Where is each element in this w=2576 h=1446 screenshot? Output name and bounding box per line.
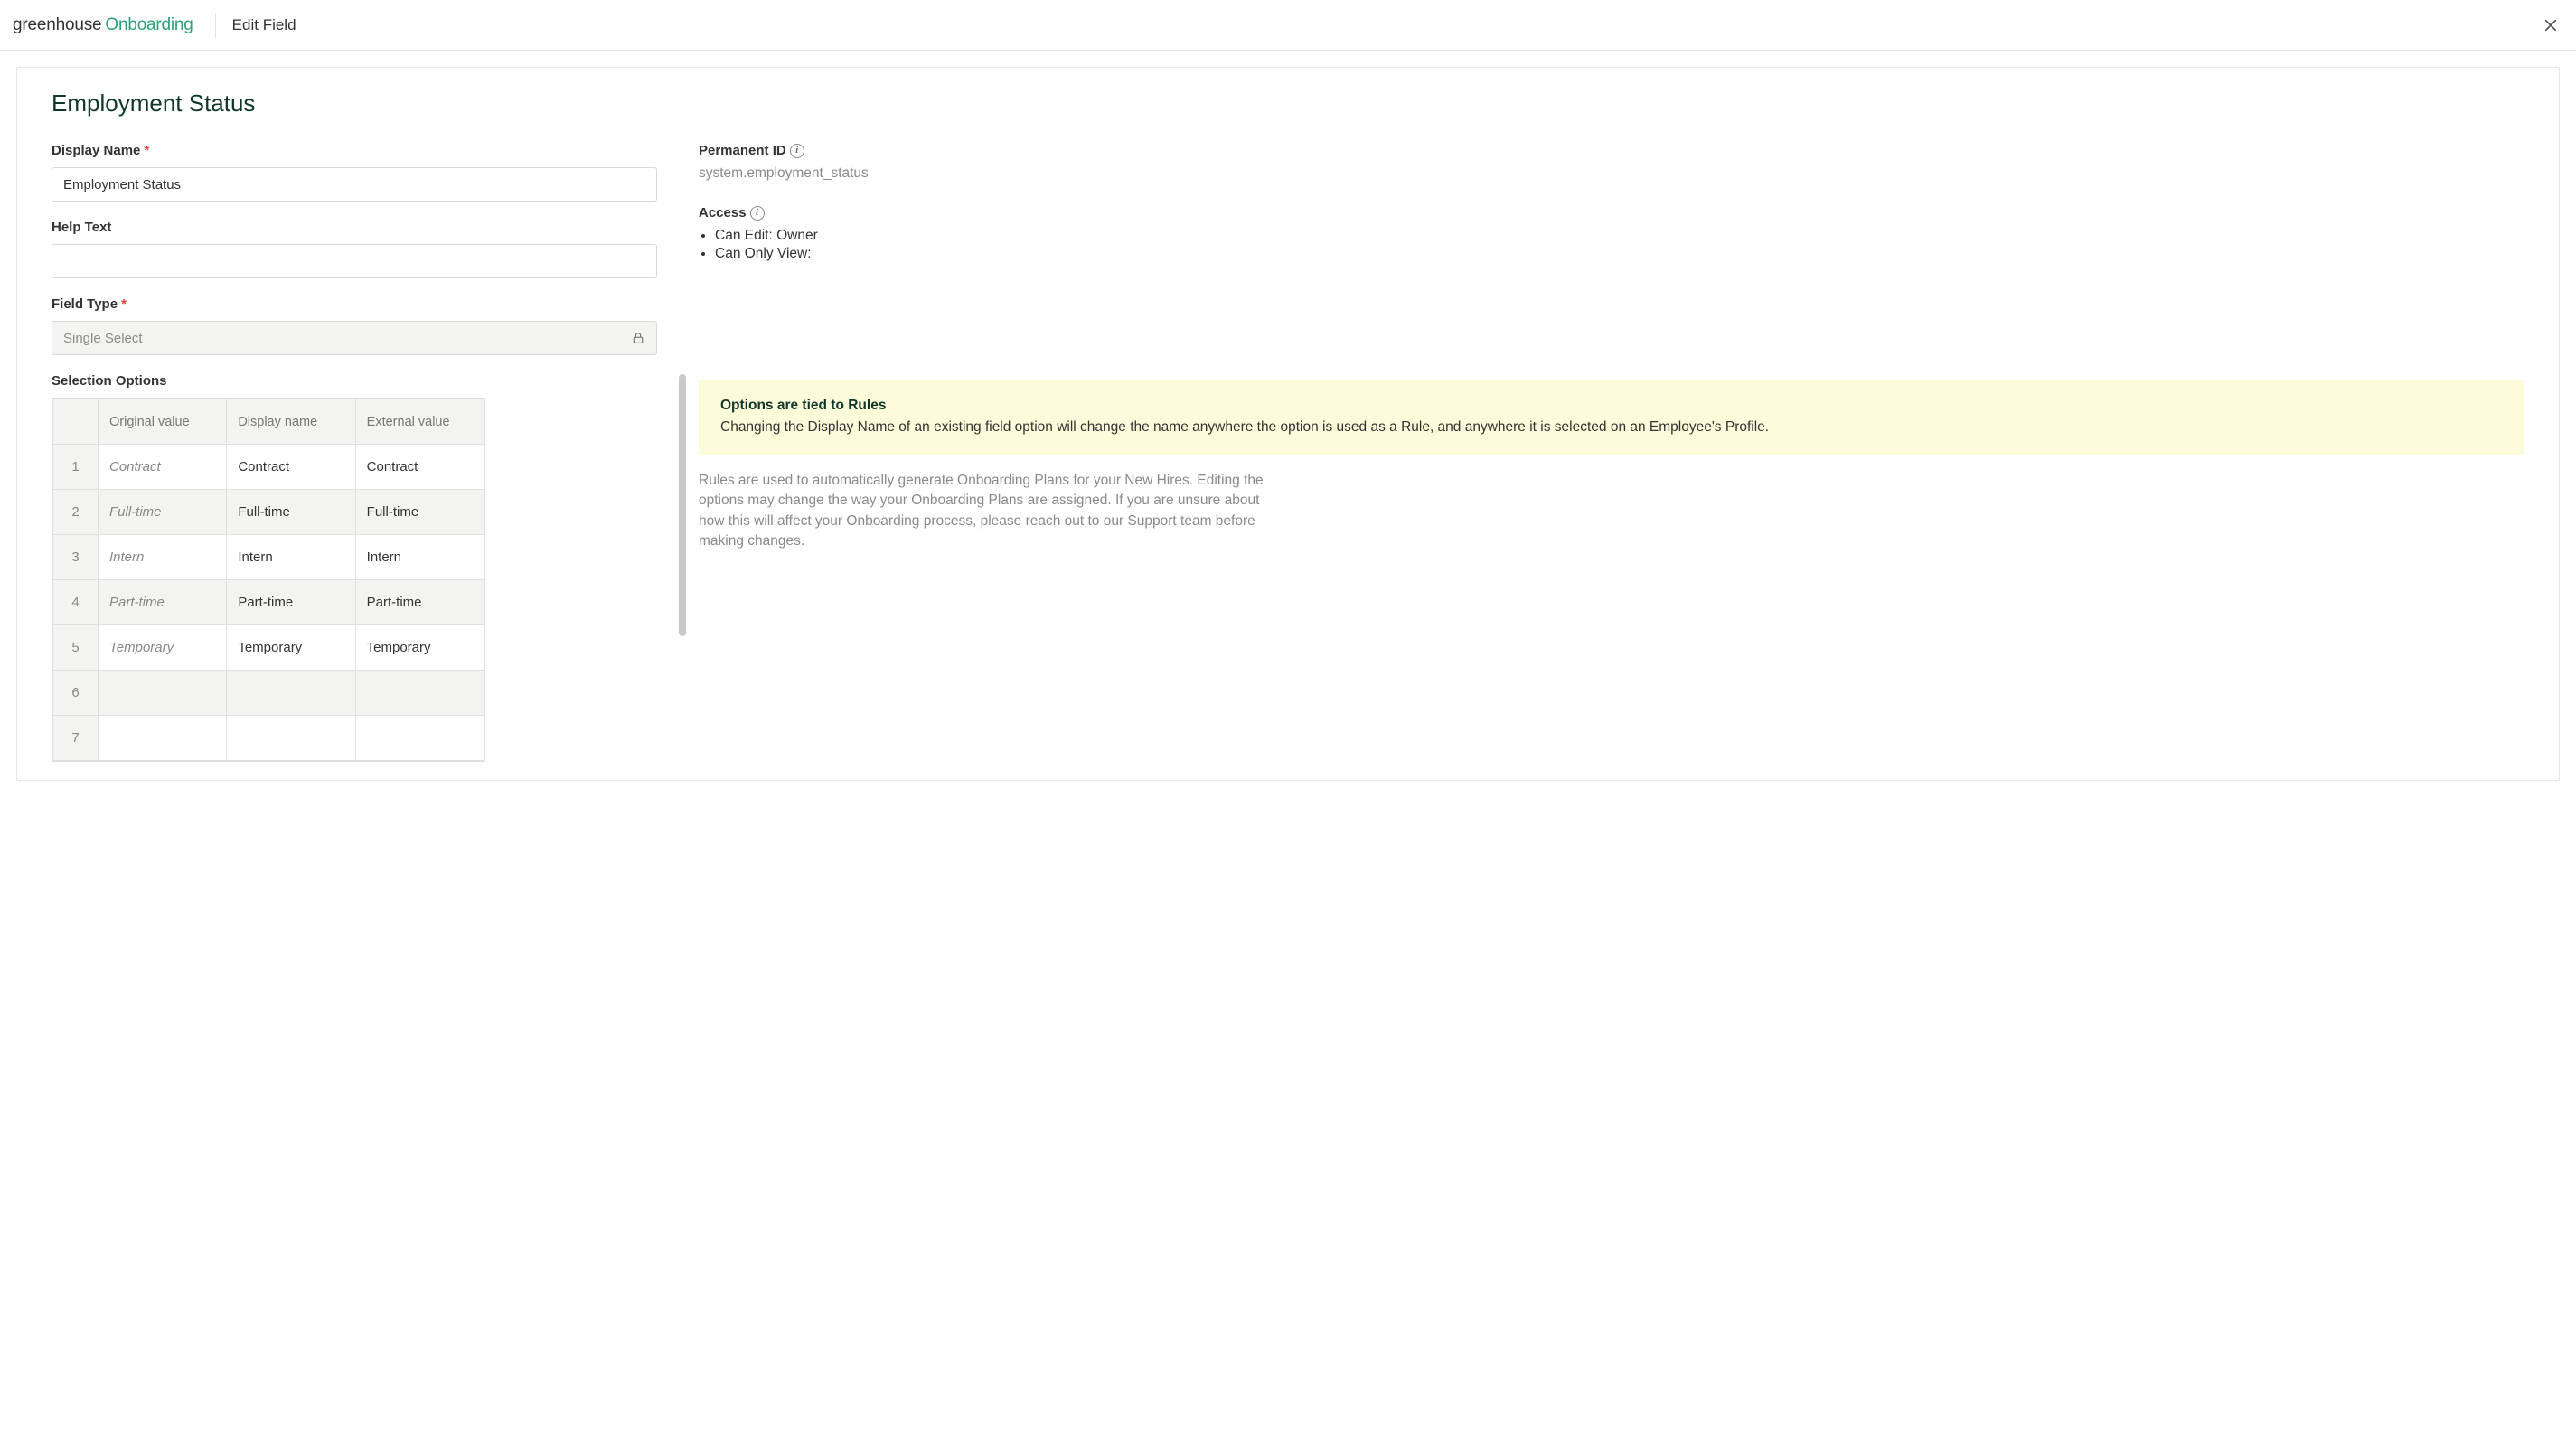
field-type-select: Single Select <box>52 321 657 355</box>
selection-options-block: Selection Options Original value Display… <box>52 373 657 762</box>
help-text-block: Help Text <box>52 220 657 278</box>
field-type-value: Single Select <box>63 331 143 346</box>
cell-display[interactable] <box>227 671 355 716</box>
cell-original: Contract <box>99 445 227 490</box>
brand-logo: greenhouse Onboarding <box>13 15 193 35</box>
help-text-input[interactable] <box>52 244 657 278</box>
topbar-title: Edit Field <box>232 16 296 34</box>
brand-part1: greenhouse <box>13 15 101 35</box>
vertical-divider <box>215 13 216 38</box>
row-number: 2 <box>53 490 99 535</box>
close-icon <box>2543 17 2559 33</box>
required-asterisk: * <box>121 296 127 312</box>
access-list: Can Edit: Owner Can Only View: <box>699 228 2524 262</box>
table-row: 5TemporaryTemporaryTemporary <box>53 625 484 671</box>
permanent-id-label-text: Permanent ID <box>699 143 786 158</box>
notice-title: Options are tied to Rules <box>720 396 2503 416</box>
access-can-view: Can Only View: <box>715 246 2524 262</box>
th-display: Display name <box>227 399 355 445</box>
cell-display[interactable]: Temporary <box>227 625 355 671</box>
field-type-label-text: Field Type <box>52 296 118 312</box>
cell-external[interactable]: Part-time <box>355 580 484 625</box>
info-icon[interactable]: i <box>750 206 765 221</box>
page: Employment Status Display Name * Help Te… <box>0 51 2576 781</box>
cell-original: Temporary <box>99 625 227 671</box>
help-text-label: Help Text <box>52 220 657 235</box>
display-name-label-text: Display Name <box>52 143 140 158</box>
cell-original: Intern <box>99 535 227 580</box>
permanent-id-label: Permanent ID i <box>699 143 2524 158</box>
th-external: External value <box>355 399 484 445</box>
table-row: 4Part-timePart-timePart-time <box>53 580 484 625</box>
display-name-input[interactable] <box>52 167 657 202</box>
lock-icon <box>631 331 645 345</box>
field-type-block: Field Type * Single Select <box>52 296 657 355</box>
row-number: 1 <box>53 445 99 490</box>
table-row: 3InternInternIntern <box>53 535 484 580</box>
row-number: 7 <box>53 716 99 761</box>
cell-display[interactable]: Full-time <box>227 490 355 535</box>
page-title: Employment Status <box>52 89 2524 117</box>
options-table-wrap: Original value Display name External val… <box>52 398 485 762</box>
options-table: Original value Display name External val… <box>52 399 484 761</box>
access-can-edit: Can Edit: Owner <box>715 228 2524 244</box>
cell-external[interactable]: Temporary <box>355 625 484 671</box>
row-number: 6 <box>53 671 99 716</box>
column-right: Permanent ID i system.employment_status … <box>699 143 2524 780</box>
display-name-label: Display Name * <box>52 143 657 158</box>
permanent-id-value: system.employment_status <box>699 165 2524 182</box>
cell-external[interactable]: Intern <box>355 535 484 580</box>
cell-external[interactable]: Contract <box>355 445 484 490</box>
th-number <box>53 399 99 445</box>
selection-options-label: Selection Options <box>52 373 657 389</box>
can-edit-label: Can Edit: <box>715 228 773 243</box>
cell-display[interactable]: Contract <box>227 445 355 490</box>
table-row: 6 <box>53 671 484 716</box>
access-label-text: Access <box>699 205 747 221</box>
row-number: 3 <box>53 535 99 580</box>
cell-external[interactable]: Full-time <box>355 490 484 535</box>
info-icon[interactable]: i <box>790 144 804 158</box>
cell-external[interactable] <box>355 716 484 761</box>
table-row: 7 <box>53 716 484 761</box>
row-number: 4 <box>53 580 99 625</box>
th-original: Original value <box>99 399 227 445</box>
can-edit-value: Owner <box>776 228 818 243</box>
brand-part2: Onboarding <box>105 15 193 35</box>
cell-display[interactable]: Intern <box>227 535 355 580</box>
can-view-label: Can Only View: <box>715 246 812 261</box>
column-left: Display Name * Help Text Field Type * <box>52 143 657 780</box>
access-label: Access i <box>699 205 2524 221</box>
cell-original <box>99 671 227 716</box>
field-type-label: Field Type * <box>52 296 657 312</box>
cell-display[interactable] <box>227 716 355 761</box>
row-number: 5 <box>53 625 99 671</box>
cell-display[interactable]: Part-time <box>227 580 355 625</box>
rules-paragraph: Rules are used to automatically generate… <box>699 471 1277 552</box>
columns: Display Name * Help Text Field Type * <box>52 143 2524 780</box>
table-row: 1ContractContractContract <box>53 445 484 490</box>
required-asterisk: * <box>144 143 149 158</box>
notice-box: Options are tied to Rules Changing the D… <box>699 380 2524 455</box>
notice-body: Changing the Display Name of an existing… <box>720 418 2503 437</box>
cell-external[interactable] <box>355 671 484 716</box>
cell-original <box>99 716 227 761</box>
cell-original: Part-time <box>99 580 227 625</box>
close-button[interactable] <box>2538 13 2563 38</box>
scrollbar-thumb[interactable] <box>679 374 686 636</box>
table-row: 2Full-timeFull-timeFull-time <box>53 490 484 535</box>
display-name-block: Display Name * <box>52 143 657 202</box>
card: Employment Status Display Name * Help Te… <box>16 67 2560 781</box>
topbar: greenhouse Onboarding Edit Field <box>0 0 2576 51</box>
cell-original: Full-time <box>99 490 227 535</box>
